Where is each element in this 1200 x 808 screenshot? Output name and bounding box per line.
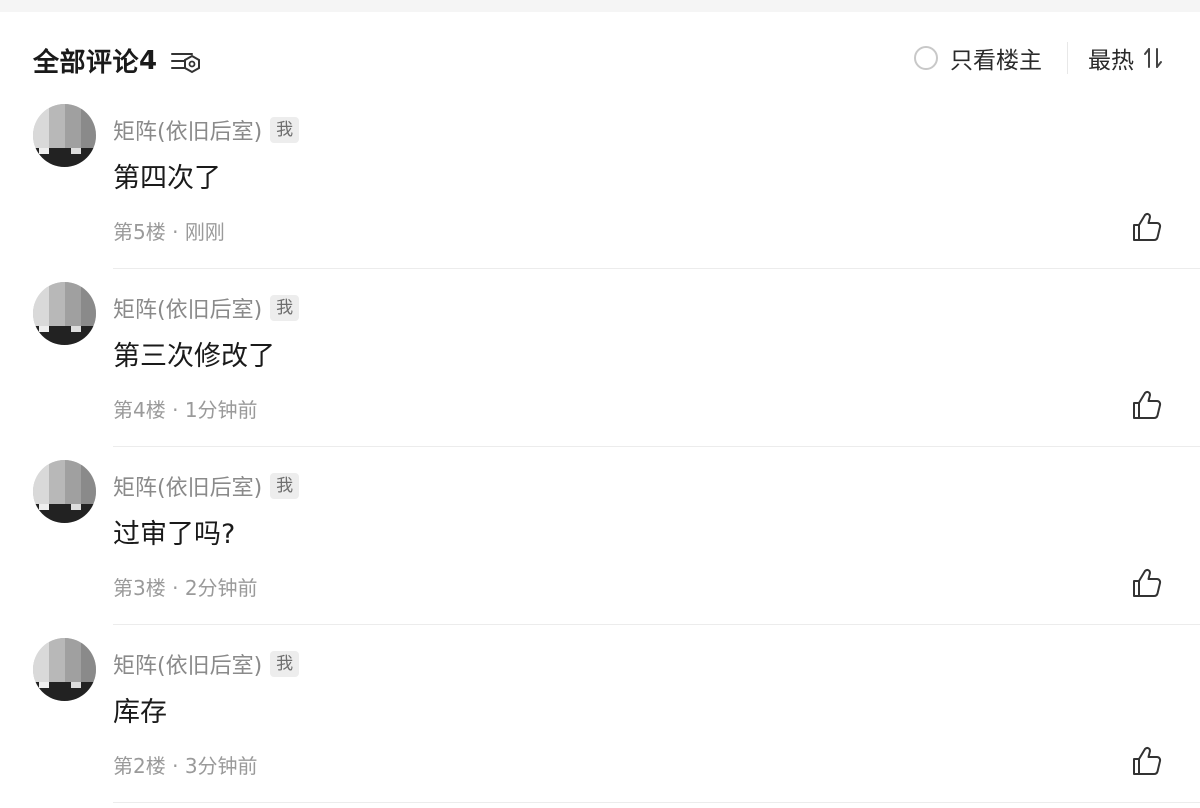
comment-item: 矩阵(依旧后室) 我 过审了吗? 第3楼 · 2分钟前 (0, 356, 1200, 625)
comment-item: 矩阵(依旧后室) 我 第四次了 第5楼 · 刚刚 (0, 0, 1200, 269)
thumbs-up-icon[interactable] (1130, 744, 1164, 778)
comment-meta: 第2楼 · 3分钟前 (113, 750, 258, 779)
me-badge: 我 (270, 473, 300, 499)
comment-item: 矩阵(依旧后室) 我 库存 第2楼 · 3分钟前 (0, 534, 1200, 803)
author-name[interactable]: 矩阵(依旧后室) (113, 648, 262, 680)
me-badge: 我 (270, 651, 300, 677)
me-badge: 我 (270, 295, 300, 321)
comment-divider (113, 802, 1200, 803)
author-name[interactable]: 矩阵(依旧后室) (113, 292, 262, 324)
avatar[interactable] (33, 282, 96, 345)
avatar[interactable] (33, 638, 96, 701)
author-row: 矩阵(依旧后室) 我 (113, 470, 300, 502)
avatar[interactable] (33, 460, 96, 523)
comment-time: 3分钟前 (184, 754, 258, 778)
author-row: 矩阵(依旧后室) 我 (113, 648, 300, 680)
meta-separator: · (172, 754, 185, 778)
author-name[interactable]: 矩阵(依旧后室) (113, 470, 262, 502)
author-row: 矩阵(依旧后室) 我 (113, 114, 300, 146)
floor-number: 第2楼 (113, 754, 166, 778)
comment-text: 库存 (113, 697, 167, 728)
author-name[interactable]: 矩阵(依旧后室) (113, 114, 262, 146)
author-row: 矩阵(依旧后室) 我 (113, 292, 300, 324)
avatar[interactable] (33, 104, 96, 167)
me-badge: 我 (270, 117, 300, 143)
comment-item: 矩阵(依旧后室) 我 第三次修改了 第4楼 · 1分钟前 (0, 178, 1200, 447)
